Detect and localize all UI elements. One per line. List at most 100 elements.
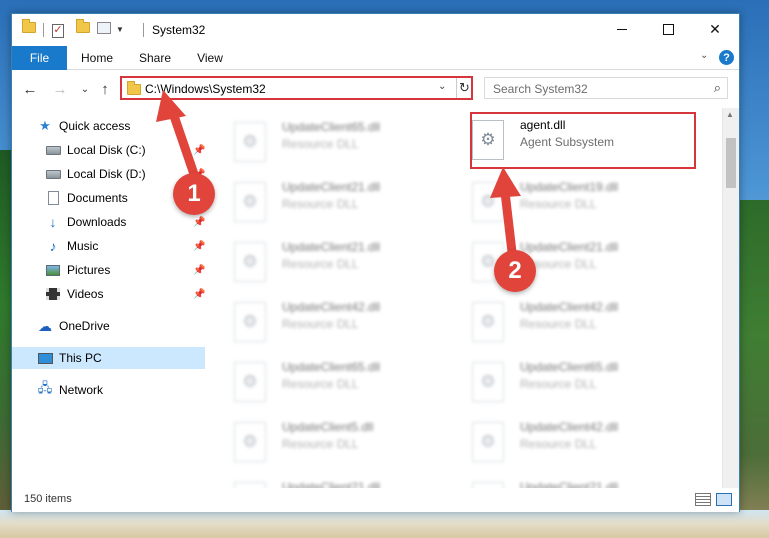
properties-check-icon[interactable]: ✓	[52, 22, 64, 38]
file-name: UpdateClient21.dll	[520, 240, 619, 254]
file-name: UpdateClient21.dll	[282, 180, 381, 194]
downloads-icon: ↓	[49, 214, 57, 230]
file-tile[interactable]: UpdateClient21.dll Resource DLL	[212, 176, 432, 228]
close-button[interactable]: ✕	[692, 14, 738, 45]
toolbar-divider	[143, 23, 144, 37]
pin-icon[interactable]: 📌	[193, 241, 205, 252]
file-tile[interactable]: UpdateClient65.dll Resource DLL	[212, 116, 432, 168]
up-button[interactable]: ↑	[95, 79, 115, 99]
recent-locations-button[interactable]: ⌄	[75, 79, 95, 99]
file-type: Resource DLL	[520, 197, 597, 211]
details-view-button[interactable]	[695, 493, 711, 506]
address-dropdown-icon[interactable]: ⌄	[438, 81, 446, 92]
file-name: UpdateClient42.dll	[520, 420, 619, 434]
vertical-scrollbar[interactable]: ▲	[722, 108, 739, 488]
tab-view[interactable]: View	[187, 46, 233, 70]
dll-file-icon	[472, 362, 504, 402]
sidebar-item-network[interactable]: 🖧 Network	[12, 379, 205, 401]
file-type: Resource DLL	[282, 257, 359, 271]
sidebar-item-label: Documents	[67, 191, 128, 205]
sidebar-item-label: Local Disk (C:)	[67, 143, 146, 157]
file-tile[interactable]: UpdateClient42.dll Resource DLL	[212, 296, 432, 348]
sidebar-item-label: OneDrive	[59, 319, 110, 333]
callout-step-1: 1	[173, 173, 215, 215]
pin-icon[interactable]: 📌	[193, 145, 205, 156]
folder-icon	[22, 19, 36, 38]
onedrive-icon: ☁	[38, 317, 52, 334]
file-tile[interactable]: UpdateClient42.dll Resource DLL	[450, 416, 670, 468]
maximize-button[interactable]	[645, 14, 691, 45]
scrollbar-thumb[interactable]	[726, 138, 736, 188]
file-list: UpdateClient65.dll Resource DLL UpdateCl…	[212, 108, 722, 488]
address-bar[interactable]: C:\Windows\System32 ⌄ ↻	[120, 76, 473, 100]
search-icon[interactable]: ⌕	[714, 80, 721, 96]
back-button[interactable]: ←	[20, 79, 40, 99]
disk-icon	[45, 143, 61, 157]
expand-ribbon-icon[interactable]: ⌄	[700, 50, 708, 61]
dll-file-icon	[234, 302, 266, 342]
disk-icon	[45, 167, 61, 181]
sidebar-item-quick-access[interactable]: ★ Quick access	[12, 115, 205, 137]
sidebar-item-downloads[interactable]: ↓ Downloads 📌	[12, 211, 206, 233]
file-tile[interactable]: UpdateClient5.dll Resource DLL	[212, 416, 432, 468]
pin-icon[interactable]: 📌	[193, 265, 205, 276]
tab-file[interactable]: File	[12, 46, 67, 70]
minimize-button[interactable]	[599, 14, 645, 45]
file-name: UpdateClient65.dll	[282, 120, 381, 134]
forward-button[interactable]: →	[50, 79, 70, 99]
file-name: UpdateClient42.dll	[520, 300, 619, 314]
file-tile[interactable]: UpdateClient21.dll Resource DLL	[212, 236, 432, 288]
file-type: Resource DLL	[520, 377, 597, 391]
sidebar-item-pictures[interactable]: Pictures 📌	[12, 259, 205, 281]
videos-icon	[45, 287, 61, 301]
navigation-pane: ★ Quick access Local Disk (C:) 📌 Local D…	[12, 108, 212, 488]
new-folder-icon[interactable]	[76, 19, 90, 38]
file-tile[interactable]: UpdateClient21.dll Resource DLL	[450, 236, 670, 288]
file-tile[interactable]: UpdateClient65.dll Resource DLL	[212, 356, 432, 408]
file-tile[interactable]: UpdateClient42.dll Resource DLL	[450, 296, 670, 348]
refresh-icon[interactable]: ↻	[456, 78, 472, 98]
search-input[interactable]: Search System32 ⌕	[484, 77, 728, 99]
sidebar-item-label: Network	[59, 383, 104, 397]
sidebar-item-videos[interactable]: Videos 📌	[12, 283, 205, 305]
help-icon[interactable]: ?	[719, 50, 734, 65]
file-tile[interactable]: UpdateClient21.dll Resource DLL	[212, 476, 432, 488]
tab-share[interactable]: Share	[130, 46, 180, 70]
file-name: UpdateClient65.dll	[282, 360, 381, 374]
item-count: 150 items	[24, 493, 72, 505]
sidebar-item-music[interactable]: ♪ Music 📌	[12, 235, 206, 257]
file-type: Resource DLL	[282, 137, 359, 151]
dll-file-icon	[234, 122, 266, 162]
file-name: UpdateClient21.dll	[282, 240, 381, 254]
folder-icon	[127, 81, 141, 98]
star-icon: ★	[39, 118, 51, 133]
file-type: Resource DLL	[282, 437, 359, 451]
pin-icon[interactable]: 📌	[193, 289, 205, 300]
properties-icon[interactable]	[97, 22, 111, 38]
sidebar-item-this-pc[interactable]: This PC	[12, 347, 205, 369]
large-icons-view-button[interactable]	[716, 493, 732, 506]
scroll-up-arrow-icon[interactable]: ▲	[726, 110, 734, 119]
dll-file-icon	[234, 182, 266, 222]
file-name: UpdateClient65.dll	[520, 360, 619, 374]
pictures-icon	[45, 263, 61, 277]
file-explorer-window: ✓ ▼ System32 ✕ File Home Share View ⌄ ? …	[11, 13, 740, 512]
sidebar-item-local-disk-c[interactable]: Local Disk (C:) 📌	[12, 139, 205, 161]
tab-home[interactable]: Home	[72, 46, 122, 70]
sidebar-item-label: Videos	[67, 287, 104, 301]
pin-icon[interactable]: 📌	[193, 217, 205, 228]
dll-file-icon	[472, 422, 504, 462]
sidebar-item-onedrive[interactable]: ☁ OneDrive	[12, 315, 205, 337]
file-tile[interactable]: UpdateClient21.dll Resource DLL	[450, 476, 670, 488]
customize-toolbar-arrow-icon[interactable]: ▼	[116, 25, 124, 41]
music-icon: ♪	[49, 238, 57, 254]
file-tile[interactable]: UpdateClient19.dll Resource DLL	[450, 176, 670, 228]
file-tile[interactable]: UpdateClient65.dll Resource DLL	[450, 356, 670, 408]
sidebar-item-label: Local Disk (D:)	[67, 167, 146, 181]
desktop-wallpaper-bottom	[0, 510, 769, 538]
address-path[interactable]: C:\Windows\System32	[145, 82, 266, 96]
dll-file-icon	[472, 302, 504, 342]
dll-file-icon	[234, 422, 266, 462]
sidebar-item-label: Music	[67, 239, 99, 253]
title-bar: ✓ ▼ System32 ✕	[12, 14, 739, 46]
